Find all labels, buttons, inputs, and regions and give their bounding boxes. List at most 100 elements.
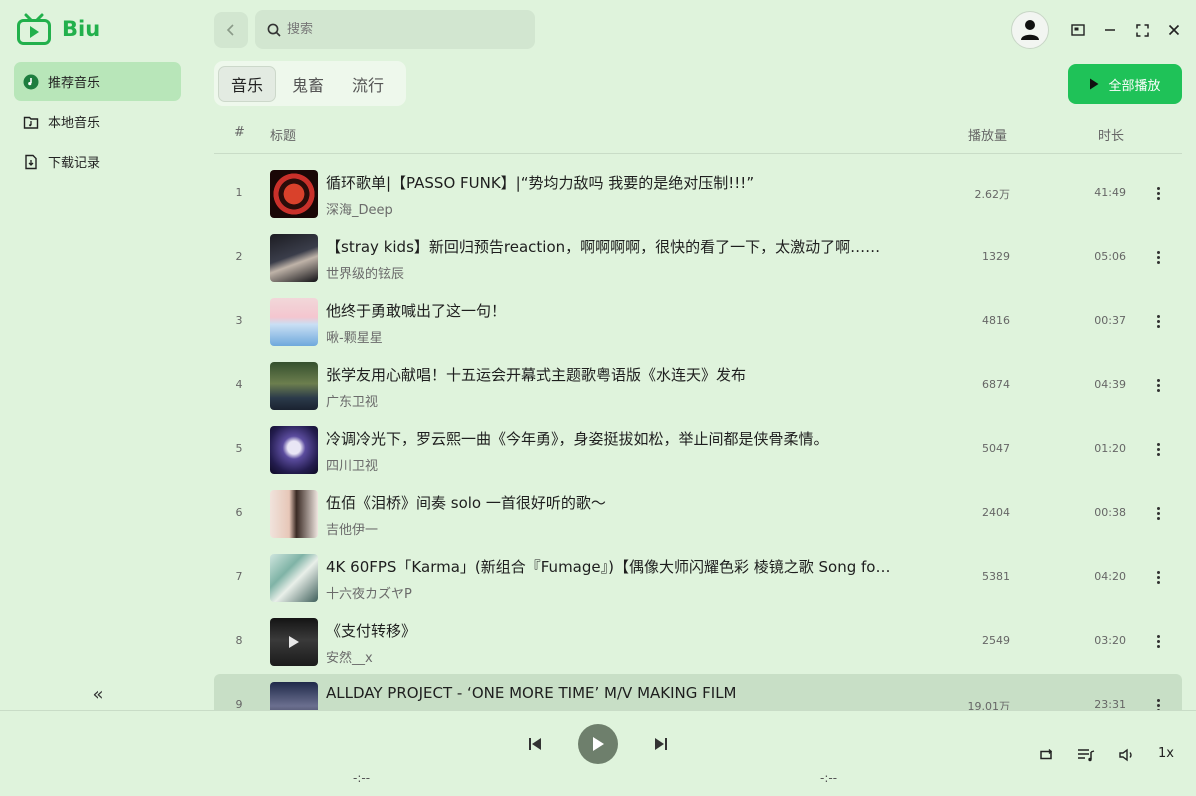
search-input[interactable]	[287, 22, 517, 37]
repeat-mode-button[interactable]	[1035, 744, 1057, 766]
song-thumbnail	[270, 298, 318, 346]
sidebar-item-recommended-music[interactable]: 推荐音乐	[14, 62, 181, 101]
header-index: #	[234, 125, 245, 140]
mini-player-icon	[1071, 24, 1085, 36]
sidebar-collapse-button[interactable]: «	[88, 684, 108, 705]
song-duration: 00:37	[1094, 314, 1126, 327]
row-index: 8	[235, 634, 243, 647]
more-options-button[interactable]	[1148, 245, 1168, 269]
song-plays: 5381	[982, 570, 1010, 583]
sidebar-item-label: 下载记录	[48, 156, 101, 171]
header-plays: 播放量	[968, 129, 1008, 144]
song-duration: 00:38	[1094, 506, 1126, 519]
tab-music[interactable]: 音乐	[218, 65, 277, 102]
row-index: 4	[235, 378, 243, 391]
sidebar-item-label: 推荐音乐	[48, 76, 101, 91]
play-all-button[interactable]: 全部播放	[1068, 64, 1182, 104]
more-options-button[interactable]	[1148, 437, 1168, 461]
minimize-icon	[1105, 29, 1115, 31]
player-bar: -:-- -:-- 1x	[0, 710, 1196, 796]
next-button[interactable]	[650, 733, 672, 755]
table-row[interactable]: 3 他终于勇敢喊出了这一句！ 啾-颗星星 4816 00:37	[214, 290, 1182, 352]
table-row[interactable]: 2 【stray kids】新回归预告reaction，啊啊啊啊，很快的看了一下…	[214, 226, 1182, 288]
song-author[interactable]: 深海_Deep	[326, 199, 393, 218]
music-disc-icon	[23, 74, 39, 90]
chevron-left-icon	[226, 24, 234, 36]
download-file-icon	[23, 154, 39, 170]
sidebar-item-label: 本地音乐	[48, 116, 101, 131]
song-author[interactable]: 四川卫视	[326, 455, 378, 474]
table-row[interactable]: 9 ALLDAY PROJECT - ‘ONE MORE TIME’ M/V M…	[214, 674, 1182, 710]
tv-play-icon	[17, 13, 51, 45]
more-options-button[interactable]	[1148, 373, 1168, 397]
repeat-icon	[1040, 749, 1052, 760]
fullscreen-button[interactable]	[1131, 19, 1153, 41]
local-folder-music-icon	[23, 114, 39, 130]
header-title: 标题	[270, 129, 297, 144]
song-author[interactable]: 安然__x	[326, 647, 373, 666]
mini-player-button[interactable]	[1067, 19, 1089, 41]
sidebar-item-local-music[interactable]: 本地音乐	[14, 102, 181, 141]
more-options-button[interactable]	[1148, 309, 1168, 333]
row-index: 5	[235, 442, 243, 455]
search-box[interactable]	[255, 10, 535, 49]
song-author[interactable]: 啾-颗星星	[326, 327, 383, 346]
table-row[interactable]: 7 4K 60FPS「Karma」(新组合『Fumage』)【偶像大师闪耀色彩 …	[214, 546, 1182, 608]
previous-button[interactable]	[524, 733, 546, 755]
search-icon	[267, 23, 281, 37]
current-time: -:--	[353, 771, 371, 785]
song-author[interactable]: 十六夜カズヤP	[326, 583, 412, 602]
playback-speed-button[interactable]: 1x	[1158, 746, 1174, 761]
close-button[interactable]	[1163, 19, 1185, 41]
play-pause-button[interactable]	[578, 724, 618, 764]
song-plays: 1329	[982, 250, 1010, 263]
song-title: ALLDAY PROJECT - ‘ONE MORE TIME’ M/V MAK…	[326, 684, 737, 702]
song-plays: 2404	[982, 506, 1010, 519]
back-button[interactable]	[214, 12, 248, 48]
more-options-button[interactable]	[1148, 181, 1168, 205]
tab-kichiku[interactable]: 鬼畜	[280, 66, 336, 102]
song-duration: 23:31	[1094, 698, 1126, 710]
song-thumbnail	[270, 490, 318, 538]
row-index: 9	[235, 698, 243, 710]
skip-next-icon	[655, 738, 667, 750]
volume-button[interactable]	[1116, 744, 1138, 766]
table-row[interactable]: 1 循环歌单|【PASSO FUNK】|“势均力敌吗 我要的是绝对压制!!!” …	[214, 162, 1182, 224]
song-plays: 19.01万	[967, 700, 1011, 710]
minimize-button[interactable]	[1099, 19, 1121, 41]
user-avatar[interactable]	[1011, 11, 1049, 49]
song-plays: 6874	[982, 378, 1010, 391]
song-list: 1 循环歌单|【PASSO FUNK】|“势均力敌吗 我要的是绝对压制!!!” …	[214, 162, 1182, 710]
song-thumbnail	[270, 362, 318, 410]
more-options-button[interactable]	[1148, 693, 1168, 710]
table-row[interactable]: 4 张学友用心献唱！十五运会开幕式主题歌粤语版《水连天》发布 广东卫视 6874…	[214, 354, 1182, 416]
playlist-button[interactable]	[1075, 744, 1097, 766]
row-index: 3	[235, 314, 243, 327]
play-all-label: 全部播放	[1108, 78, 1161, 94]
song-thumbnail	[270, 618, 318, 666]
sidebar-item-download-history[interactable]: 下载记录	[14, 142, 181, 181]
song-title: 冷调冷光下，罗云熙一曲《今年勇》，身姿挺拔如松，举止间都是侠骨柔情。	[326, 430, 829, 448]
app-logo[interactable]: Biu	[16, 12, 100, 46]
song-thumbnail	[270, 234, 318, 282]
song-author[interactable]: 世界级的铉辰	[326, 263, 404, 282]
sidebar-nav: 推荐音乐 本地音乐 下载记录	[14, 62, 181, 182]
header-duration: 时长	[1098, 129, 1125, 144]
table-row[interactable]: 6 伍佰《泪桥》间奏 solo 一首很好听的歌～ 吉他伊一 2404 00:38	[214, 482, 1182, 544]
table-row[interactable]: 8 《支付转移》 安然__x 2549 03:20	[214, 610, 1182, 672]
song-title: 他终于勇敢喊出了这一句！	[326, 302, 507, 320]
row-index: 2	[235, 250, 243, 263]
song-author[interactable]: 吉他伊一	[326, 519, 378, 538]
song-thumbnail	[270, 426, 318, 474]
more-options-button[interactable]	[1148, 565, 1168, 589]
close-icon	[1168, 24, 1180, 36]
song-duration: 01:20	[1094, 442, 1126, 455]
more-options-button[interactable]	[1148, 629, 1168, 653]
total-time: -:--	[820, 771, 838, 785]
playlist-icon	[1078, 749, 1095, 762]
tab-popular[interactable]: 流行	[340, 66, 396, 102]
table-row[interactable]: 5 冷调冷光下，罗云熙一曲《今年勇》，身姿挺拔如松，举止间都是侠骨柔情。 四川卫…	[214, 418, 1182, 480]
song-author[interactable]: 广东卫视	[326, 391, 378, 410]
volume-icon	[1119, 748, 1132, 762]
more-options-button[interactable]	[1148, 501, 1168, 525]
